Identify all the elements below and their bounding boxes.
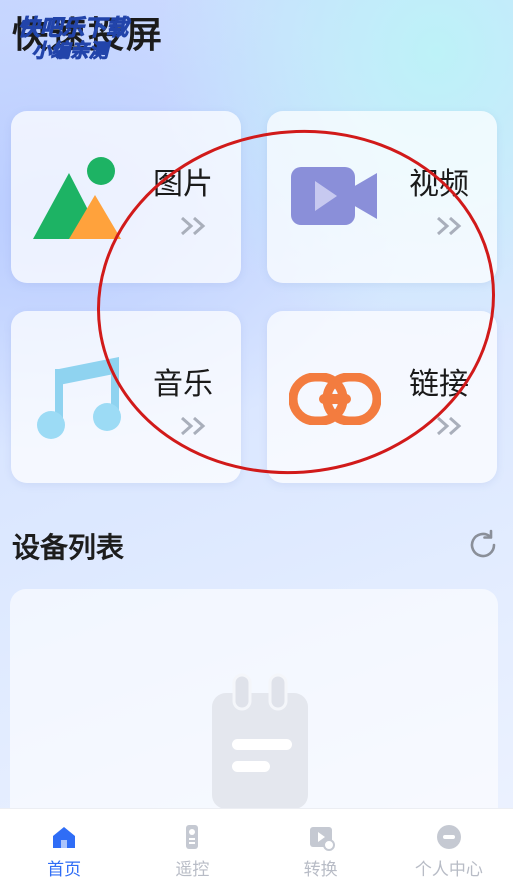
double-chevron-right-icon: [437, 416, 462, 436]
tab-home-label: 首页: [47, 860, 82, 880]
remote-icon: [186, 825, 199, 849]
tab-home[interactable]: 首页: [0, 809, 128, 887]
music-note-icon: [37, 357, 121, 439]
video-card-label: 视频: [409, 167, 469, 202]
double-chevron-right-icon: [181, 416, 206, 436]
tab-remote-label: 遥控: [175, 860, 210, 880]
profile-icon: [436, 825, 461, 849]
double-chevron-right-icon: [181, 216, 206, 236]
watermark-line-2: 小编亲测: [31, 40, 109, 63]
link-card-label: 链接: [409, 367, 469, 402]
tab-profile[interactable]: 个人中心: [385, 809, 513, 887]
music-card-label: 音乐: [153, 367, 213, 402]
device-list-title: 设备列表: [12, 531, 125, 564]
link-icon: [289, 373, 381, 425]
tab-profile-label: 个人中心: [414, 860, 483, 880]
video-card[interactable]: 视频: [267, 111, 497, 283]
bottom-tab-bar: 首页 遥控 转换 个人中心: [0, 808, 513, 887]
watermark: 快吧乐下载 小编亲测: [17, 10, 148, 63]
picture-card-label: 图片: [153, 167, 213, 202]
double-chevron-right-icon: [437, 216, 462, 236]
picture-icon: [33, 157, 121, 239]
empty-notebook-icon: [212, 673, 308, 809]
tab-convert[interactable]: 转换: [257, 809, 385, 887]
tab-remote[interactable]: 遥控: [128, 809, 256, 887]
link-card[interactable]: 链接: [267, 311, 497, 483]
refresh-icon[interactable]: [466, 528, 500, 562]
video-camera-icon: [291, 167, 377, 225]
music-card[interactable]: 音乐: [11, 311, 241, 483]
home-icon: [53, 827, 76, 848]
tab-convert-label: 转换: [303, 860, 338, 880]
picture-card[interactable]: 图片: [11, 111, 241, 283]
convert-icon: [309, 827, 335, 851]
device-list-panel: [10, 589, 498, 829]
